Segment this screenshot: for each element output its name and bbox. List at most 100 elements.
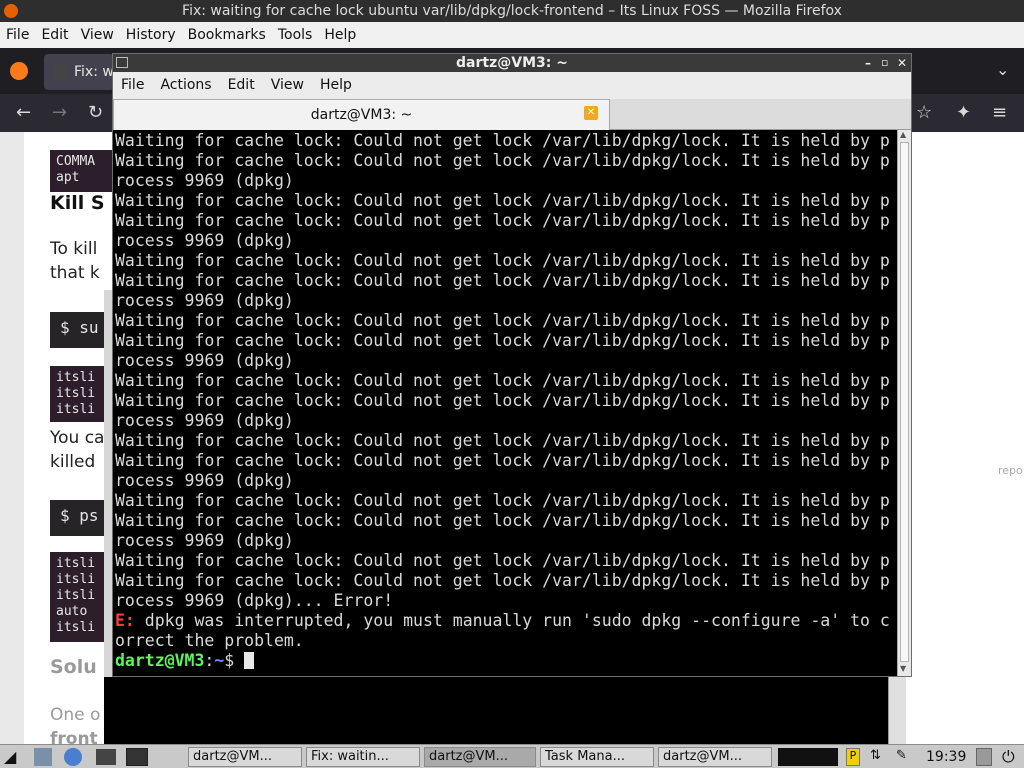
command-block-1: $ su	[50, 312, 112, 348]
extensions-icon[interactable]: ✦	[956, 94, 971, 132]
clipboard-icon[interactable]: P	[846, 748, 860, 766]
terminal-tab[interactable]: dartz@VM3: ~ ✕	[113, 99, 610, 130]
prompt-sep: :	[204, 651, 215, 670]
workspace-pager[interactable]	[778, 748, 838, 766]
menu-file[interactable]: File	[0, 22, 35, 48]
browser-launcher-icon[interactable]	[64, 748, 82, 766]
taskbar-button-label: dartz@VM...	[663, 749, 742, 764]
taskbar-button-terminal-1[interactable]: dartz@VM...	[188, 747, 302, 767]
terminal-menu-edit[interactable]: Edit	[220, 72, 263, 99]
error-line-1: E: dpkg was interrupted, you must manual…	[115, 611, 897, 631]
hamburger-menu-icon[interactable]: ≡	[992, 94, 1007, 132]
taskbar-button-label: Task Mana...	[545, 749, 625, 764]
terminal-menu-actions[interactable]: Actions	[152, 72, 219, 99]
code-line: COMMA	[56, 154, 96, 169]
terminal-line: Waiting for cache lock: Could not get lo…	[115, 511, 890, 530]
terminal-scrollbar[interactable]: ▲ ▼	[897, 130, 911, 676]
menu-view[interactable]: View	[75, 22, 120, 48]
terminal-line: rocess 9969 (dpkg)	[115, 471, 294, 490]
terminal-app-icon	[116, 57, 128, 68]
terminal-line: Waiting for cache lock: Could not get lo…	[115, 571, 890, 590]
firefox-menu-icon[interactable]	[10, 62, 28, 80]
menu-bookmarks[interactable]: Bookmarks	[182, 22, 272, 48]
show-desktop-icon[interactable]	[34, 748, 52, 766]
terminal-line: Waiting for cache lock: Could not get lo…	[115, 271, 890, 290]
terminal-window-title: dartz@VM3: ~	[456, 55, 568, 71]
maximize-icon[interactable]: ▫	[881, 54, 888, 72]
minimize-icon[interactable]: –	[865, 54, 871, 72]
firefox-window-title: Fix: waiting for cache lock ubuntu var/l…	[0, 0, 1024, 22]
error-text-1: dpkg was interrupted, you must manually …	[134, 611, 890, 630]
code-line: itsli	[56, 386, 96, 401]
terminal-tab-label: dartz@VM3: ~	[310, 107, 413, 123]
bookmark-star-icon[interactable]: ☆	[916, 94, 932, 132]
file-manager-icon[interactable]	[96, 749, 116, 765]
prompt-line: dartz@VM3:~$	[115, 651, 897, 671]
start-menu-icon[interactable]: ◢	[4, 747, 26, 767]
forward-icon[interactable]: →	[52, 94, 67, 132]
page-paragraph-2b: killed	[50, 452, 96, 472]
firefox-menubar: File Edit View History Bookmarks Tools Help	[0, 22, 1024, 48]
terminal-line: Waiting for cache lock: Could not get lo…	[115, 391, 890, 410]
page-paragraph-1b: that k	[50, 263, 100, 283]
terminal-titlebar[interactable]: dartz@VM3: ~ – ▫ ✕	[113, 54, 911, 72]
error-prefix: E:	[115, 611, 135, 630]
terminal-menubar: File Actions Edit View Help	[113, 72, 911, 99]
page-heading-solution: Solu	[50, 656, 97, 678]
terminal-line: Waiting for cache lock: Could not get lo…	[115, 151, 890, 170]
error-line-2: orrect the problem.	[115, 631, 304, 650]
terminal-window: dartz@VM3: ~ – ▫ ✕ File Actions Edit View He…	[112, 53, 912, 677]
text-cursor	[244, 652, 255, 669]
terminal-line: Waiting for cache lock: Could not get lo…	[115, 211, 890, 230]
browser-tab-label: Fix: w	[74, 64, 114, 80]
taskbar-button-label: Fix: waitin...	[311, 749, 389, 764]
code-line: itsli	[56, 620, 96, 635]
network-icon[interactable]: ⇅	[870, 748, 888, 766]
prompt-sign: $	[224, 651, 245, 670]
terminal-lines: Waiting for cache lock: Could not get lo…	[115, 131, 897, 611]
clock[interactable]: 19:39	[926, 748, 966, 766]
menu-help[interactable]: Help	[318, 22, 362, 48]
close-icon[interactable]: ✕	[897, 54, 907, 72]
prompt-user: dartz@VM3	[115, 651, 205, 670]
terminal-menu-help[interactable]: Help	[312, 72, 360, 99]
tab-close-icon[interactable]: ✕	[584, 106, 598, 120]
code-block-2: itsli itsli itsli	[50, 366, 112, 422]
page-heading-kill: Kill S	[50, 192, 105, 214]
reload-icon[interactable]: ↻	[88, 94, 103, 132]
scrollbar-thumb[interactable]	[900, 142, 909, 662]
terminal-tabbar: dartz@VM3: ~ ✕	[113, 99, 911, 130]
report-link[interactable]: repo	[998, 464, 1023, 477]
code-line: itsli	[56, 572, 96, 587]
terminal-output[interactable]: Waiting for cache lock: Could not get lo…	[113, 130, 897, 676]
code-line: auto	[56, 604, 88, 619]
command-block-2: $ ps	[50, 500, 112, 536]
terminal-line: Waiting for cache lock: Could not get lo…	[115, 371, 890, 390]
underlying-terminal	[104, 677, 888, 744]
menu-tools[interactable]: Tools	[272, 22, 319, 48]
tux-icon	[54, 63, 68, 81]
taskbar-button-terminal-3[interactable]: dartz@VM...	[658, 747, 772, 767]
page-left-margin	[0, 132, 24, 744]
menu-history[interactable]: History	[120, 22, 182, 48]
power-icon[interactable]: ⏻	[1002, 747, 1015, 767]
terminal-menu-file[interactable]: File	[113, 72, 152, 99]
scroll-up-icon[interactable]: ▲	[900, 130, 906, 139]
tab-list-chevron-icon[interactable]: ⌄	[996, 60, 1009, 79]
terminal-line: rocess 9969 (dpkg)... Error!	[115, 591, 394, 610]
back-icon[interactable]: ←	[16, 94, 31, 132]
taskbar-button-terminal-2[interactable]: dartz@VM...	[424, 747, 536, 767]
terminal-menu-view[interactable]: View	[263, 72, 312, 99]
volume-icon[interactable]: ✎	[896, 748, 914, 766]
taskbar-button-task-manager[interactable]: Task Mana...	[540, 747, 654, 767]
taskbar-button-firefox[interactable]: Fix: waitin...	[306, 747, 420, 767]
terminal-line: rocess 9969 (dpkg)	[115, 411, 294, 430]
browser-tab[interactable]: Fix: w	[44, 54, 114, 90]
terminal-line: rocess 9969 (dpkg)	[115, 171, 294, 190]
scroll-down-icon[interactable]: ▼	[900, 664, 906, 673]
code-line: itsli	[56, 588, 96, 603]
terminal-launcher-icon[interactable]	[126, 748, 148, 766]
taskbar: ◢ dartz@VM... Fix: waitin... dartz@VM...…	[0, 744, 1024, 768]
notifications-icon[interactable]	[976, 748, 992, 766]
menu-edit[interactable]: Edit	[35, 22, 74, 48]
